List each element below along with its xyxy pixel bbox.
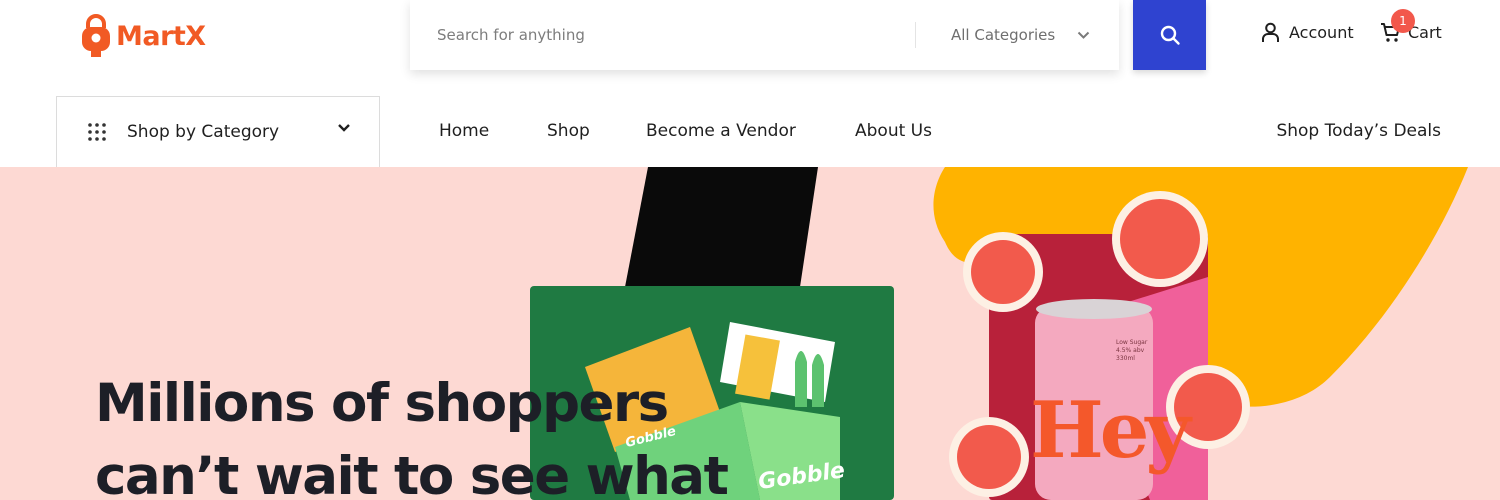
cart-count-badge: 1 xyxy=(1391,9,1415,33)
category-select-value: All Categories xyxy=(951,26,1056,44)
nav-home[interactable]: Home xyxy=(439,121,489,141)
main-nav: Shop by Category Home Shop Become a Vend… xyxy=(0,90,1500,168)
search-icon xyxy=(1160,25,1180,45)
user-icon xyxy=(1262,22,1279,42)
category-select[interactable]: All Categories xyxy=(951,0,1090,70)
grid-dots-icon xyxy=(88,123,106,141)
black-strap xyxy=(625,167,818,287)
search-button[interactable] xyxy=(1133,0,1206,70)
shopping-bag-icon xyxy=(82,14,110,57)
brand-logo[interactable]: MartX xyxy=(80,14,206,58)
search-input[interactable] xyxy=(410,0,910,70)
hero-banner: Gobble Gobble Low Sugar 4.5% abv 330ml H… xyxy=(0,167,1500,500)
nav-shop[interactable]: Shop xyxy=(547,121,590,141)
brand-name: MartX xyxy=(116,20,206,52)
can-small-text: Low Sugar 4.5% abv 330ml xyxy=(1116,339,1148,362)
hero-title-line-2: can’t wait to see what xyxy=(95,446,729,500)
nav-about-us[interactable]: About Us xyxy=(855,121,932,141)
shop-by-category-label: Shop by Category xyxy=(127,122,280,142)
nav-become-vendor[interactable]: Become a Vendor xyxy=(646,121,796,141)
account-label: Account xyxy=(1289,23,1354,42)
box-cutout-2 xyxy=(812,354,824,407)
nav-todays-deals[interactable]: Shop Today’s Deals xyxy=(1276,121,1441,141)
shop-by-category-button[interactable]: Shop by Category xyxy=(56,96,380,168)
top-header: MartX All Categories Account Cart xyxy=(0,0,1500,90)
hero-title-line-1: Millions of shoppers xyxy=(95,373,669,434)
hey-can-label: Hey xyxy=(1030,385,1191,476)
chevron-down-icon xyxy=(1078,31,1090,39)
search-bar: All Categories xyxy=(410,0,1119,70)
search-divider xyxy=(915,22,916,48)
hero-title: Millions of shoppers can’t wait to see w… xyxy=(95,367,729,500)
chevron-down-icon xyxy=(338,124,350,132)
account-link[interactable]: Account xyxy=(1261,22,1354,43)
box-cutout-1 xyxy=(795,351,807,407)
